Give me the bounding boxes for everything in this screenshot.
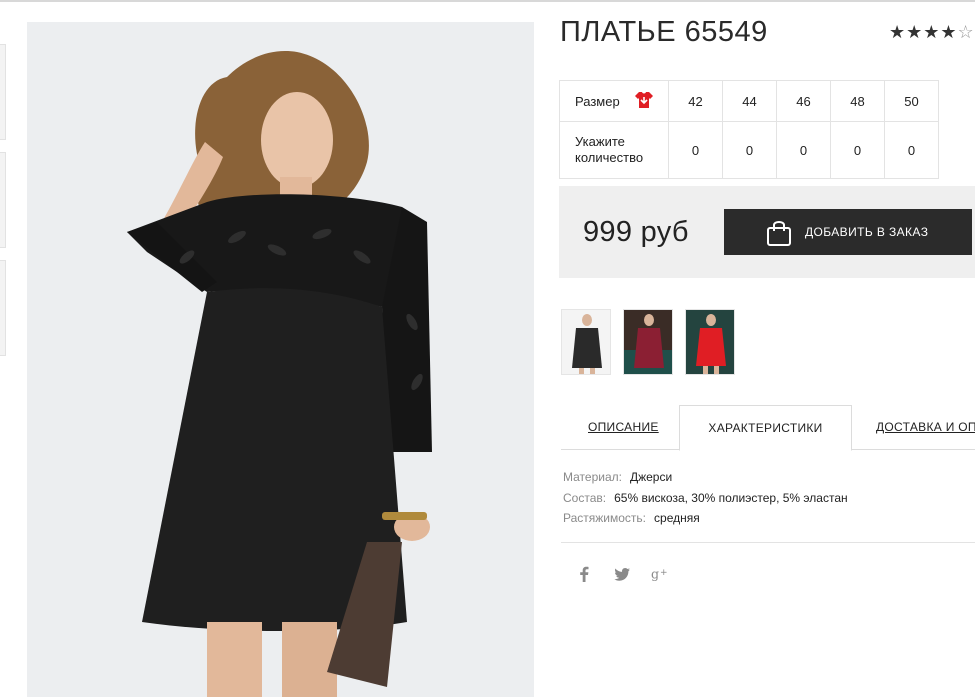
spec-row: Растяжимость: средняя [563, 508, 848, 529]
quantity-field[interactable]: 0 [884, 121, 939, 179]
red-shirt-size-icon[interactable] [634, 91, 654, 112]
top-rule [0, 0, 975, 4]
color-variant-red[interactable] [685, 309, 735, 375]
section-divider [561, 542, 975, 543]
twitter-icon[interactable] [613, 565, 631, 583]
social-share: g + [575, 565, 669, 583]
quantity-field[interactable]: 0 [668, 121, 723, 179]
svg-text:g: g [651, 567, 659, 582]
svg-text:+: + [660, 568, 668, 578]
product-rating[interactable]: ★★★★☆ [889, 22, 975, 43]
add-to-order-button[interactable]: ДОБАВИТЬ В ЗАКАЗ [724, 209, 972, 255]
tab-description[interactable]: ОПИСАНИЕ [588, 405, 659, 450]
size-option[interactable]: 42 [668, 80, 723, 122]
add-to-order-label: ДОБАВИТЬ В ЗАКАЗ [805, 225, 929, 239]
quantity-field[interactable]: 0 [722, 121, 777, 179]
spec-row: Состав: 65% вискоза, 30% полиэстер, 5% э… [563, 488, 848, 509]
gallery-thumbnail[interactable] [0, 260, 6, 356]
quantity-label: Укажите количество [575, 134, 644, 165]
product-info-tabs: ОПИСАНИЕ ХАРАКТЕРИСТИКИ ДОСТАВКА И ОПЛАТ… [561, 405, 975, 451]
size-row: Размер 42 44 46 48 50 [559, 80, 939, 122]
specs-list: Материал: Джерси Состав: 65% вискоза, 30… [563, 467, 848, 529]
size-option[interactable]: 46 [776, 80, 831, 122]
spec-key: Состав: [563, 490, 607, 505]
quantity-field[interactable]: 0 [830, 121, 885, 179]
color-variant-burgundy[interactable] [623, 309, 673, 375]
size-option[interactable]: 44 [722, 80, 777, 122]
facebook-icon[interactable] [575, 565, 593, 583]
spec-row: Материал: Джерси [563, 467, 848, 488]
price-box: 999 руб ДОБАВИТЬ В ЗАКАЗ [559, 186, 975, 278]
gallery-thumbnail[interactable] [0, 44, 6, 140]
product-main-photo[interactable] [27, 22, 534, 697]
gallery-thumbnail[interactable] [0, 152, 6, 248]
rating-star-empty: ☆ [957, 22, 975, 42]
quantity-row: Укажите количество 0 0 0 0 0 [559, 121, 939, 179]
spec-value: Джерси [629, 470, 673, 484]
size-label: Размер [575, 93, 620, 109]
color-variants [561, 309, 735, 375]
color-variant-black[interactable] [561, 309, 611, 375]
size-option[interactable]: 50 [884, 80, 939, 122]
spec-key: Материал: [563, 470, 622, 484]
spec-value: средняя [654, 511, 700, 525]
shopping-bag-icon [766, 219, 792, 250]
product-price: 999 руб [583, 216, 689, 248]
spec-key: Растяжимость: [563, 511, 647, 525]
size-label-cell: Размер [559, 80, 669, 122]
google-plus-icon[interactable]: g + [651, 565, 669, 583]
product-title: ПЛАТЬЕ 65549 [560, 16, 768, 48]
rating-stars-filled: ★★★★ [889, 22, 958, 42]
tab-characteristics[interactable]: ХАРАКТЕРИСТИКИ [679, 405, 852, 451]
spec-value: 65% вискоза, 30% полиэстер, 5% эластан [614, 490, 848, 505]
tab-delivery-payment[interactable]: ДОСТАВКА И ОПЛАТА [876, 405, 975, 450]
gallery-thumbnail-strip [0, 44, 6, 368]
size-option[interactable]: 48 [830, 80, 885, 122]
size-quantity-table: Размер 42 44 46 48 50 Укажите количество… [559, 80, 939, 179]
quantity-label-cell: Укажите количество [559, 121, 669, 179]
quantity-field[interactable]: 0 [776, 121, 831, 179]
